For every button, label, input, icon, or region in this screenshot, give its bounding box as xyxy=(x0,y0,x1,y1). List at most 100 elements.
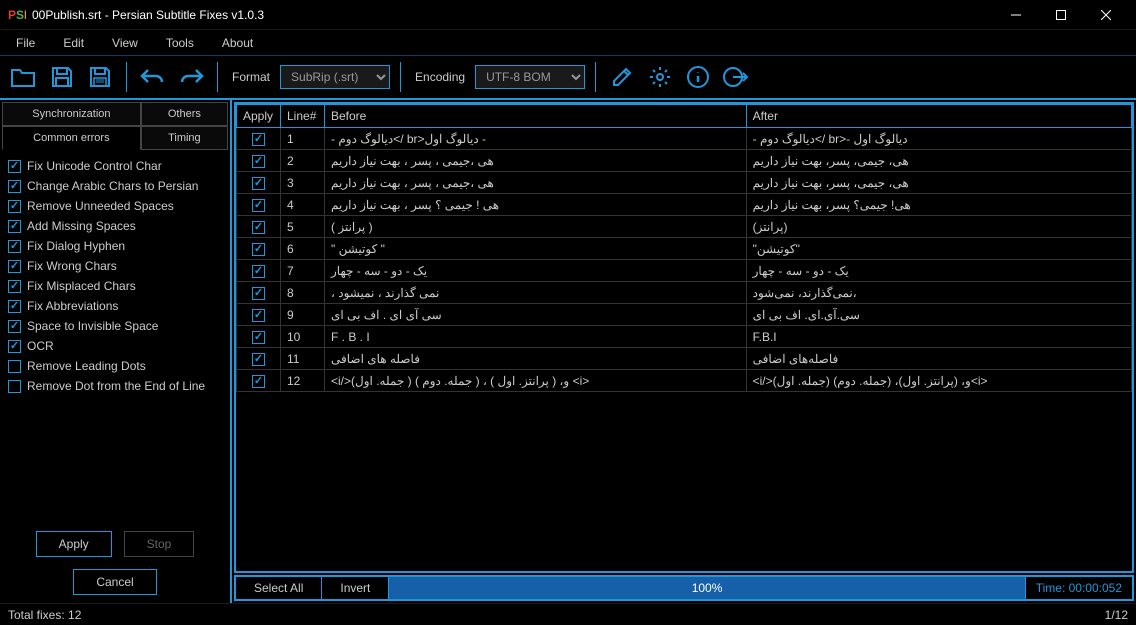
apply-cell[interactable] xyxy=(237,150,281,172)
check-item[interactable]: Remove Unneeded Spaces xyxy=(6,196,224,216)
check-item[interactable]: OCR xyxy=(6,336,224,356)
apply-cell[interactable] xyxy=(237,194,281,216)
check-item[interactable]: Remove Leading Dots xyxy=(6,356,224,376)
checkbox-icon[interactable] xyxy=(8,360,21,373)
select-all-button[interactable]: Select All xyxy=(236,577,322,599)
app-icon: PSF xyxy=(8,8,26,22)
check-item[interactable]: Remove Dot from the End of Line xyxy=(6,376,224,396)
menu-file[interactable]: File xyxy=(12,34,39,52)
minimize-button[interactable] xyxy=(993,0,1038,30)
table-row[interactable]: 2هی ،جیمی ، پسر ، بهت نیاز داریمهی، جیمی… xyxy=(237,150,1132,172)
checkbox-icon[interactable] xyxy=(252,375,265,388)
checkbox-icon[interactable] xyxy=(252,309,265,322)
checkbox-icon[interactable] xyxy=(252,287,265,300)
before-cell: F . B . I xyxy=(325,326,747,348)
check-item[interactable]: Change Arabic Chars to Persian xyxy=(6,176,224,196)
table-row[interactable]: 12<i/>(جمله. اول ) و، ( پرانتز. اول ) ، … xyxy=(237,370,1132,392)
checkbox-icon[interactable] xyxy=(8,300,21,313)
invert-button[interactable]: Invert xyxy=(322,577,389,599)
apply-cell[interactable] xyxy=(237,128,281,150)
menu-view[interactable]: View xyxy=(108,34,142,52)
encoding-select[interactable]: UTF-8 BOM xyxy=(475,65,585,89)
table-row[interactable]: 7یک - دو - سه - چهاریک - دو - سه - چهار xyxy=(237,260,1132,282)
apply-cell[interactable] xyxy=(237,238,281,260)
after-cell: هی! جیمی؟ پسر، بهت نیاز داریم xyxy=(746,194,1131,216)
table-row[interactable]: 5( پرانتز )(پرانتز) xyxy=(237,216,1132,238)
checkbox-icon[interactable] xyxy=(8,240,21,253)
check-item[interactable]: Fix Abbreviations xyxy=(6,296,224,316)
checkbox-icon[interactable] xyxy=(252,331,265,344)
checkbox-icon[interactable] xyxy=(252,221,265,234)
checkbox-icon[interactable] xyxy=(8,260,21,273)
after-cell: یک - دو - سه - چهار xyxy=(746,260,1131,282)
col-line[interactable]: Line# xyxy=(281,105,325,128)
checkbox-icon[interactable] xyxy=(8,220,21,233)
check-label: Fix Abbreviations xyxy=(27,299,118,313)
check-label: OCR xyxy=(27,339,54,353)
apply-cell[interactable] xyxy=(237,216,281,238)
check-item[interactable]: Space to Invisible Space xyxy=(6,316,224,336)
check-item[interactable]: Fix Misplaced Chars xyxy=(6,276,224,296)
edit-icon[interactable] xyxy=(606,61,638,93)
table-row[interactable]: 9سی آی ای . اف بی ایسی.آی.ای. اف بی ای xyxy=(237,304,1132,326)
apply-button[interactable]: Apply xyxy=(36,531,112,557)
checkbox-icon[interactable] xyxy=(252,177,265,190)
format-select[interactable]: SubRip (.srt) xyxy=(280,65,390,89)
menu-about[interactable]: About xyxy=(218,34,257,52)
open-icon[interactable] xyxy=(8,61,40,93)
col-before[interactable]: Before xyxy=(325,105,747,128)
menu-edit[interactable]: Edit xyxy=(59,34,88,52)
table-row[interactable]: 11فاصله های اضافیفاصله‌های اضافی xyxy=(237,348,1132,370)
apply-cell[interactable] xyxy=(237,326,281,348)
checkbox-icon[interactable] xyxy=(252,265,265,278)
checkbox-icon[interactable] xyxy=(8,180,21,193)
menu-tools[interactable]: Tools xyxy=(162,34,198,52)
save-icon[interactable] xyxy=(46,61,78,93)
checkbox-icon[interactable] xyxy=(8,280,21,293)
after-cell: فاصله‌های اضافی xyxy=(746,348,1131,370)
check-item[interactable]: Add Missing Spaces xyxy=(6,216,224,236)
table-row[interactable]: 6" کوتیشن ""کوتیشن" xyxy=(237,238,1132,260)
undo-icon[interactable] xyxy=(137,61,169,93)
col-apply[interactable]: Apply xyxy=(237,105,281,128)
checkbox-icon[interactable] xyxy=(8,380,21,393)
apply-cell[interactable] xyxy=(237,304,281,326)
check-item[interactable]: Fix Wrong Chars xyxy=(6,256,224,276)
info-icon[interactable] xyxy=(682,61,714,93)
table-row[interactable]: 4هی ! جیمی ؟ پسر ، بهت نیاز داریمهی! جیم… xyxy=(237,194,1132,216)
checkbox-icon[interactable] xyxy=(252,353,265,366)
settings-icon[interactable] xyxy=(644,61,676,93)
check-item[interactable]: Fix Dialog Hyphen xyxy=(6,236,224,256)
table-row[interactable]: 10F . B . IF.B.I xyxy=(237,326,1132,348)
tab-common-errors[interactable]: Common errors xyxy=(2,126,141,150)
table-row[interactable]: 1- دیالوگ دوم</ br>دیالوگ اول -- دیالوگ … xyxy=(237,128,1132,150)
check-item[interactable]: Fix Unicode Control Char xyxy=(6,156,224,176)
table-row[interactable]: 8، نمی گذارند ، نمیشودنمی‌گذارند، نمی‌شو… xyxy=(237,282,1132,304)
apply-cell[interactable] xyxy=(237,260,281,282)
tab-timing[interactable]: Timing xyxy=(141,126,228,150)
apply-cell[interactable] xyxy=(237,172,281,194)
checkbox-icon[interactable] xyxy=(252,199,265,212)
checkbox-icon[interactable] xyxy=(252,155,265,168)
tab-synchronization[interactable]: Synchronization xyxy=(2,102,141,126)
checkbox-icon[interactable] xyxy=(8,320,21,333)
save-as-icon[interactable] xyxy=(84,61,116,93)
before-cell: هی ،جیمی ، پسر ، بهت نیاز داریم xyxy=(325,150,747,172)
checkbox-icon[interactable] xyxy=(252,243,265,256)
checkbox-icon[interactable] xyxy=(8,200,21,213)
redo-icon[interactable] xyxy=(175,61,207,93)
checkbox-icon[interactable] xyxy=(252,133,265,146)
exit-icon[interactable] xyxy=(720,61,752,93)
checkbox-icon[interactable] xyxy=(8,340,21,353)
table-row[interactable]: 3هی ،جیمی ، پسر ، بهت نیاز داریمهی، جیمی… xyxy=(237,172,1132,194)
line-cell: 6 xyxy=(281,238,325,260)
apply-cell[interactable] xyxy=(237,348,281,370)
checkbox-icon[interactable] xyxy=(8,160,21,173)
tab-others[interactable]: Others xyxy=(141,102,228,126)
apply-cell[interactable] xyxy=(237,370,281,392)
close-button[interactable] xyxy=(1083,0,1128,30)
maximize-button[interactable] xyxy=(1038,0,1083,30)
col-after[interactable]: After xyxy=(746,105,1131,128)
cancel-button[interactable]: Cancel xyxy=(73,569,156,595)
apply-cell[interactable] xyxy=(237,282,281,304)
